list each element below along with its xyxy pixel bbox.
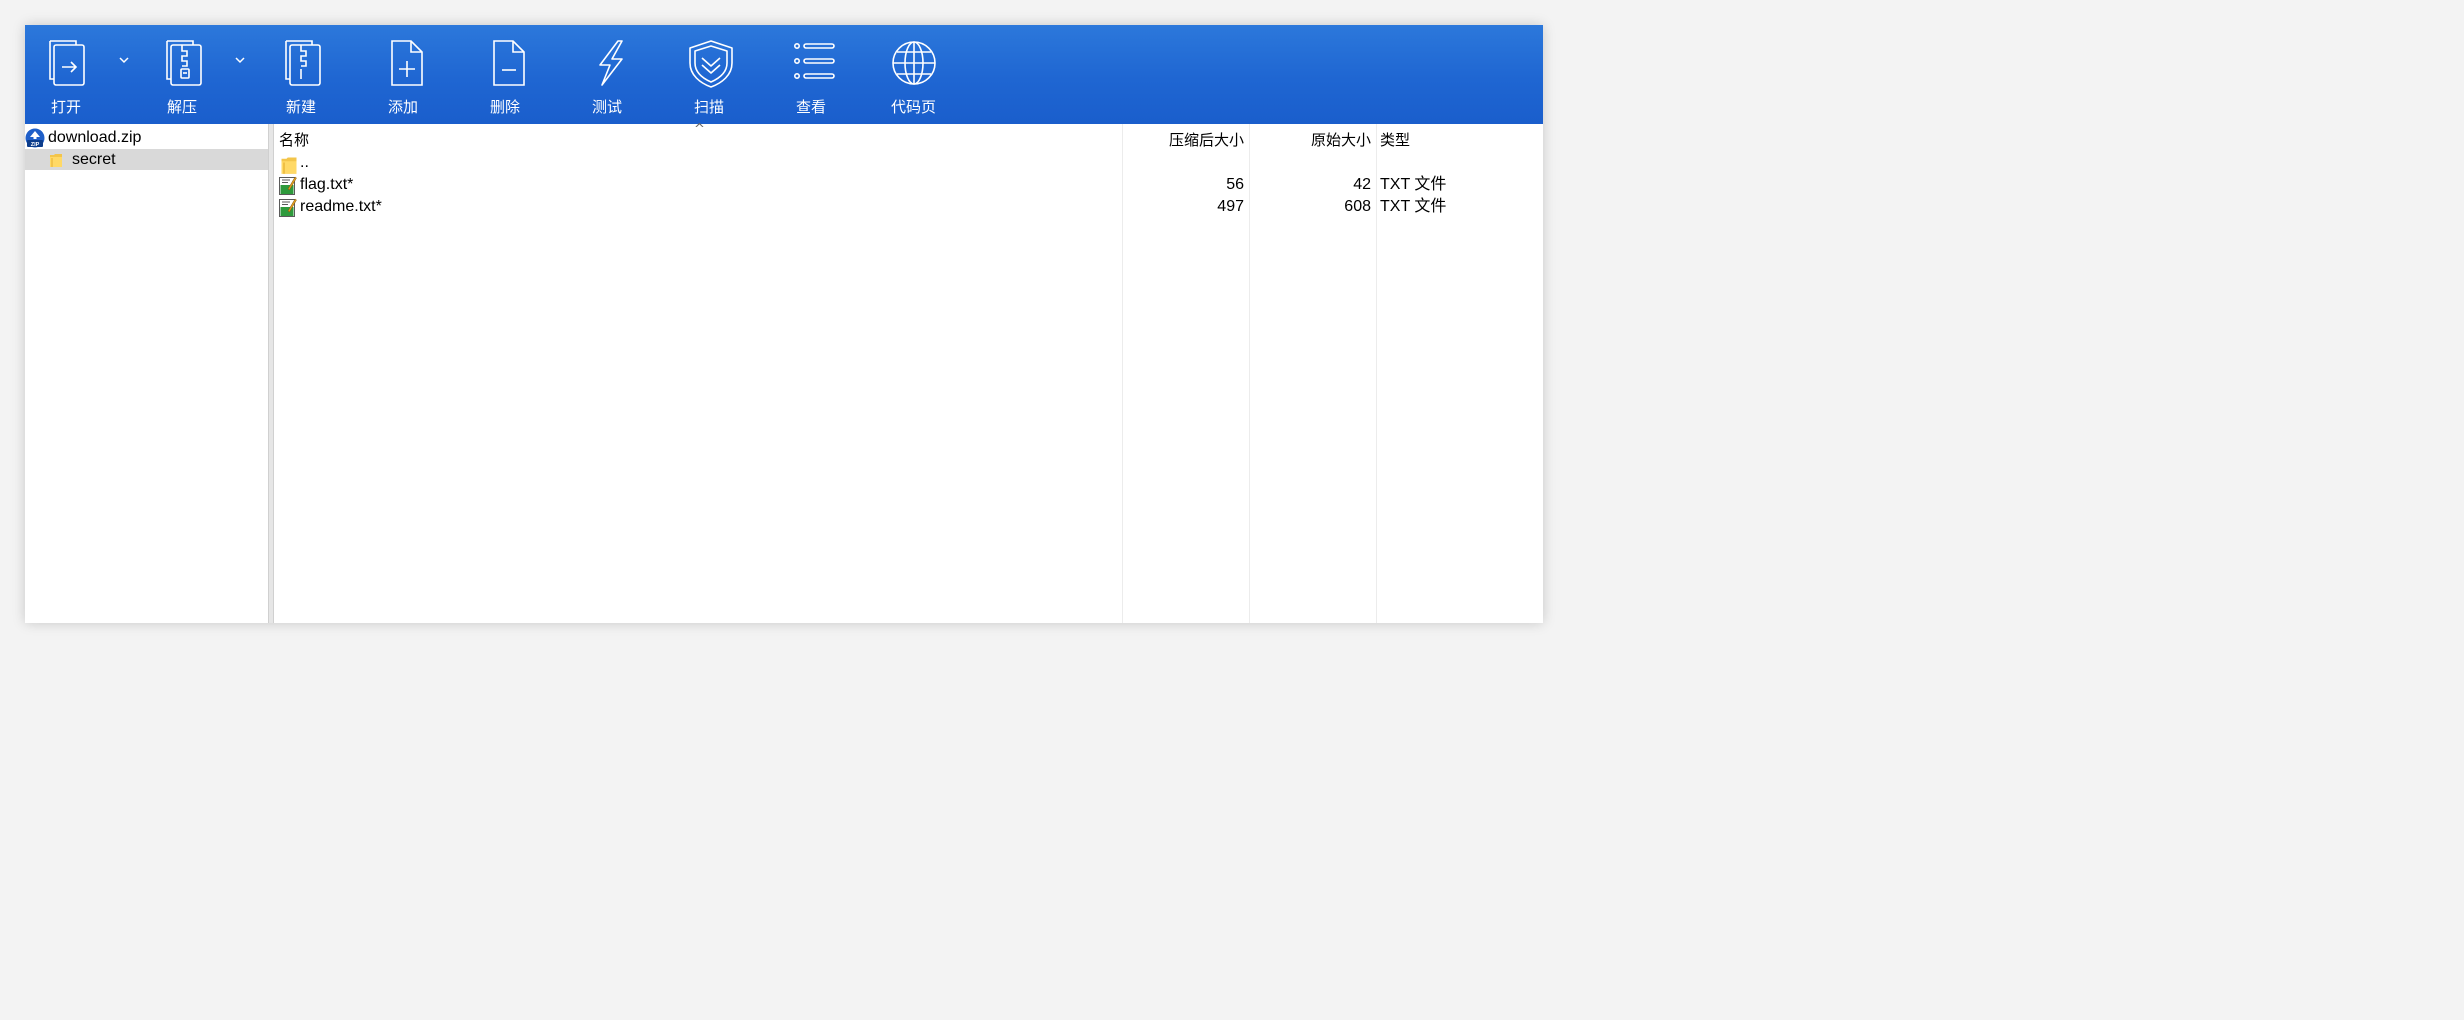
list-item-flag-txt[interactable]: flag.txt* 56 42 TXT 文件 bbox=[274, 174, 1543, 196]
file-type: TXT 文件 bbox=[1380, 176, 1447, 193]
view-label: 查看 bbox=[796, 98, 827, 116]
extract-button[interactable]: 解压 bbox=[159, 25, 209, 124]
tree-root-label: download.zip bbox=[48, 128, 142, 146]
file-compressed-size: 497 bbox=[1217, 198, 1244, 215]
list-view-icon bbox=[794, 43, 835, 79]
codepage-label: 代码页 bbox=[891, 98, 937, 116]
sort-ascending-icon: ^ bbox=[694, 122, 705, 137]
file-name: flag.txt* bbox=[300, 176, 354, 193]
test-label: 测试 bbox=[592, 98, 623, 116]
tree-child-label: secret bbox=[72, 150, 116, 168]
file-type: TXT 文件 bbox=[1380, 198, 1447, 215]
add-file-icon bbox=[391, 40, 423, 86]
view-button[interactable]: 查看 bbox=[788, 25, 838, 124]
list-item-parent-folder[interactable]: .. bbox=[274, 152, 1543, 174]
open-dropdown-chevron-icon[interactable] bbox=[117, 55, 131, 65]
lightning-icon bbox=[599, 40, 623, 86]
delete-file-icon bbox=[493, 40, 525, 86]
file-original-size: 42 bbox=[1353, 176, 1371, 193]
add-button[interactable]: 添加 bbox=[380, 25, 430, 124]
extract-dropdown-chevron-icon[interactable] bbox=[233, 55, 247, 65]
tree-item-secret[interactable]: secret bbox=[25, 149, 268, 170]
folder-icon bbox=[281, 157, 297, 174]
delete-label: 删除 bbox=[490, 98, 521, 116]
extract-label: 解压 bbox=[167, 98, 198, 116]
open-button[interactable]: 打开 bbox=[41, 25, 93, 124]
file-compressed-size: 56 bbox=[1226, 176, 1244, 193]
scan-label: 扫描 bbox=[694, 98, 725, 116]
file-name: readme.txt* bbox=[300, 198, 382, 215]
scan-button[interactable]: 扫描 bbox=[683, 25, 739, 124]
new-archive-icon bbox=[285, 40, 321, 86]
test-button[interactable]: 测试 bbox=[584, 25, 634, 124]
toolbar: 打开 解压 新建 添加 删除 测试 扫描 查看 代码页 bbox=[25, 25, 1543, 124]
zip-archive-icon: ZIP bbox=[25, 128, 45, 147]
column-header-type[interactable]: 类型 bbox=[1380, 129, 1410, 150]
shield-icon bbox=[689, 40, 733, 88]
add-label: 添加 bbox=[388, 98, 419, 116]
extract-zip-icon bbox=[166, 40, 202, 86]
file-name: .. bbox=[300, 154, 309, 171]
text-file-icon bbox=[279, 198, 297, 217]
new-button[interactable]: 新建 bbox=[278, 25, 328, 124]
list-item-readme-txt[interactable]: readme.txt* 497 608 TXT 文件 bbox=[274, 196, 1543, 218]
text-file-icon bbox=[279, 176, 297, 195]
globe-icon bbox=[892, 41, 936, 85]
new-label: 新建 bbox=[286, 98, 317, 116]
app-window: 打开 解压 新建 添加 删除 测试 扫描 查看 代码页 ZIP download… bbox=[25, 25, 1543, 623]
tree-item-download-zip[interactable]: ZIP download.zip bbox=[25, 127, 268, 148]
file-original-size: 608 bbox=[1344, 198, 1371, 215]
folder-icon bbox=[50, 153, 62, 167]
column-header-name[interactable]: 名称 bbox=[279, 129, 309, 150]
svg-text:ZIP: ZIP bbox=[31, 141, 40, 147]
delete-button[interactable]: 删除 bbox=[482, 25, 532, 124]
codepage-button[interactable]: 代码页 bbox=[887, 25, 941, 124]
open-label: 打开 bbox=[51, 98, 82, 116]
open-icon bbox=[49, 40, 85, 86]
column-header-compressed-size[interactable]: 压缩后大小 bbox=[1169, 129, 1244, 150]
column-header-original-size[interactable]: 原始大小 bbox=[1311, 129, 1371, 150]
folder-tree bbox=[25, 124, 268, 623]
